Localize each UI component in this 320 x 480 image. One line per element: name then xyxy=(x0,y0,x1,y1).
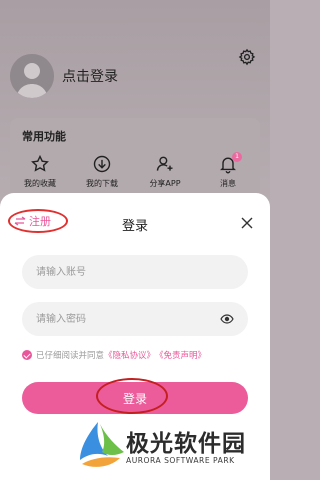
watermark: 极光软件园 AURORA SOFTWARE PARK xyxy=(76,420,266,476)
features-title: 常用功能 xyxy=(22,130,66,143)
feature-label: 我的下载 xyxy=(86,179,118,188)
account-input[interactable] xyxy=(22,255,248,289)
star-icon xyxy=(31,154,49,172)
avatar[interactable] xyxy=(10,54,54,98)
agreement-row: 已仔细阅读并同意 《隐私协议》 《免责声明》 xyxy=(22,349,206,361)
feature-messages[interactable]: 1 消息 xyxy=(202,152,254,189)
privacy-link[interactable]: 《隐私协议》 xyxy=(104,349,155,361)
message-badge: 1 xyxy=(232,152,242,162)
password-input[interactable] xyxy=(22,302,248,336)
login-prompt[interactable]: 点击登录 xyxy=(62,66,118,86)
agree-checkbox[interactable] xyxy=(22,350,32,360)
disclaimer-link[interactable]: 《免责声明》 xyxy=(155,349,206,361)
close-icon[interactable] xyxy=(240,216,254,230)
feature-label: 消息 xyxy=(220,179,236,188)
aurora-logo-icon xyxy=(80,422,124,467)
login-button[interactable]: 登录 xyxy=(22,382,248,414)
share-user-icon xyxy=(156,156,173,171)
watermark-subtitle: AURORA SOFTWARE PARK xyxy=(126,456,235,465)
feature-label: 分享APP xyxy=(149,179,181,188)
sheet-title: 登录 xyxy=(121,219,148,234)
watermark-name: 极光软件园 xyxy=(126,431,246,457)
account-field[interactable] xyxy=(22,255,248,289)
agree-text: 已仔细阅读并同意 xyxy=(36,351,105,361)
download-icon xyxy=(93,155,111,173)
feature-favorites[interactable]: 我的收藏 xyxy=(14,154,66,189)
feature-share-app[interactable]: 分享APP xyxy=(139,154,191,189)
feature-label: 我的收藏 xyxy=(24,179,56,188)
password-field[interactable] xyxy=(22,302,248,336)
common-features-card: 常用功能 我的收藏 我的下载 分享APP 1 消息 xyxy=(10,118,260,202)
feature-downloads[interactable]: 我的下载 xyxy=(76,154,128,189)
eye-icon[interactable] xyxy=(220,313,234,325)
gear-icon[interactable] xyxy=(238,48,256,66)
user-silhouette-icon xyxy=(10,54,54,98)
